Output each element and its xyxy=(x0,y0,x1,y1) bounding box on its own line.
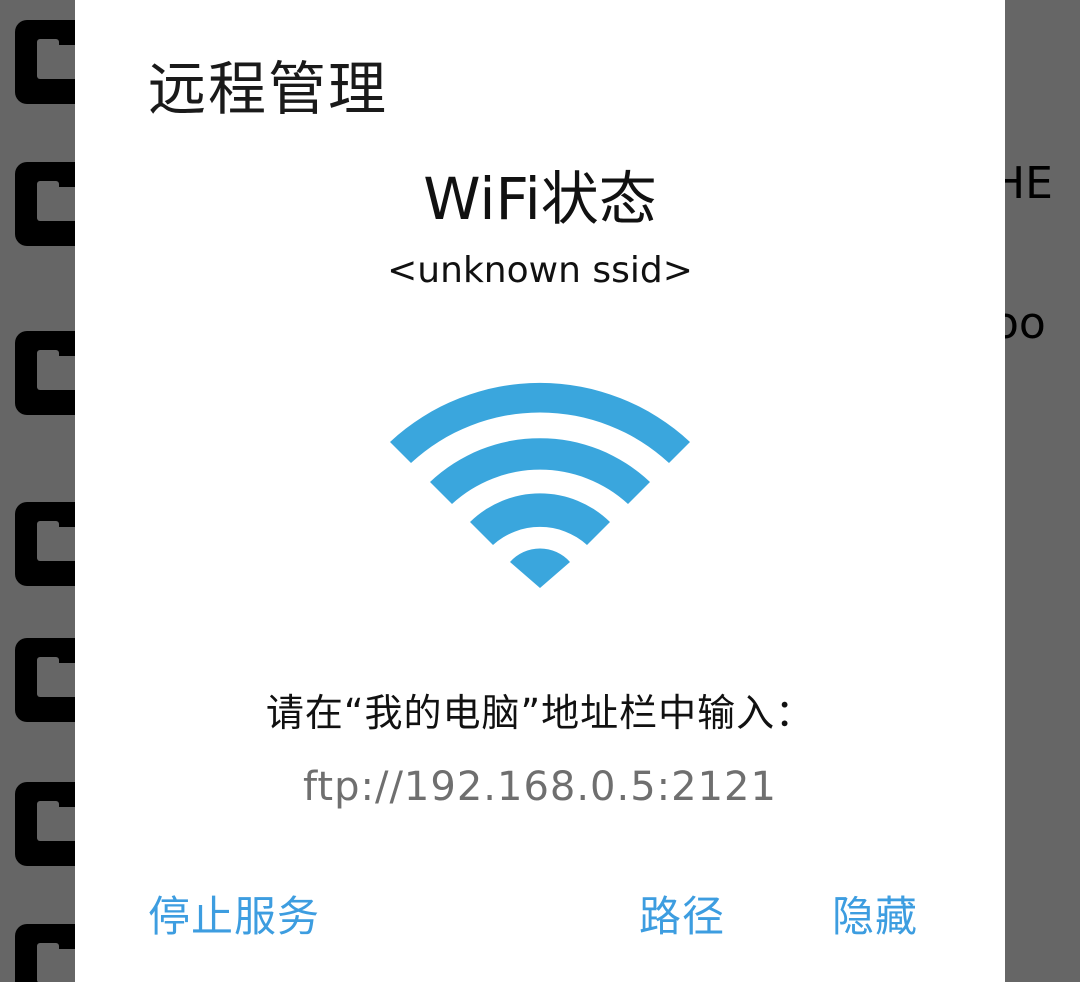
remote-management-dialog: 远程管理 WiFi状态 <unknown ssid> 请在“我的电脑”地址栏中输… xyxy=(75,0,1005,982)
path-button[interactable]: 路径 xyxy=(639,883,725,944)
stop-service-button[interactable]: 停止服务 xyxy=(148,883,320,944)
ftp-address: ftp://192.168.0.5:2121 xyxy=(303,764,777,810)
ssid-label: <unknown ssid> xyxy=(387,250,693,291)
wifi-status-title: WiFi状态 xyxy=(423,165,657,233)
address-hint: 请在“我的电脑”地址栏中输入： xyxy=(265,691,815,735)
wifi-icon xyxy=(390,382,690,588)
hide-button[interactable]: 隐藏 xyxy=(832,883,918,944)
dialog-title: 远程管理 xyxy=(148,55,389,123)
